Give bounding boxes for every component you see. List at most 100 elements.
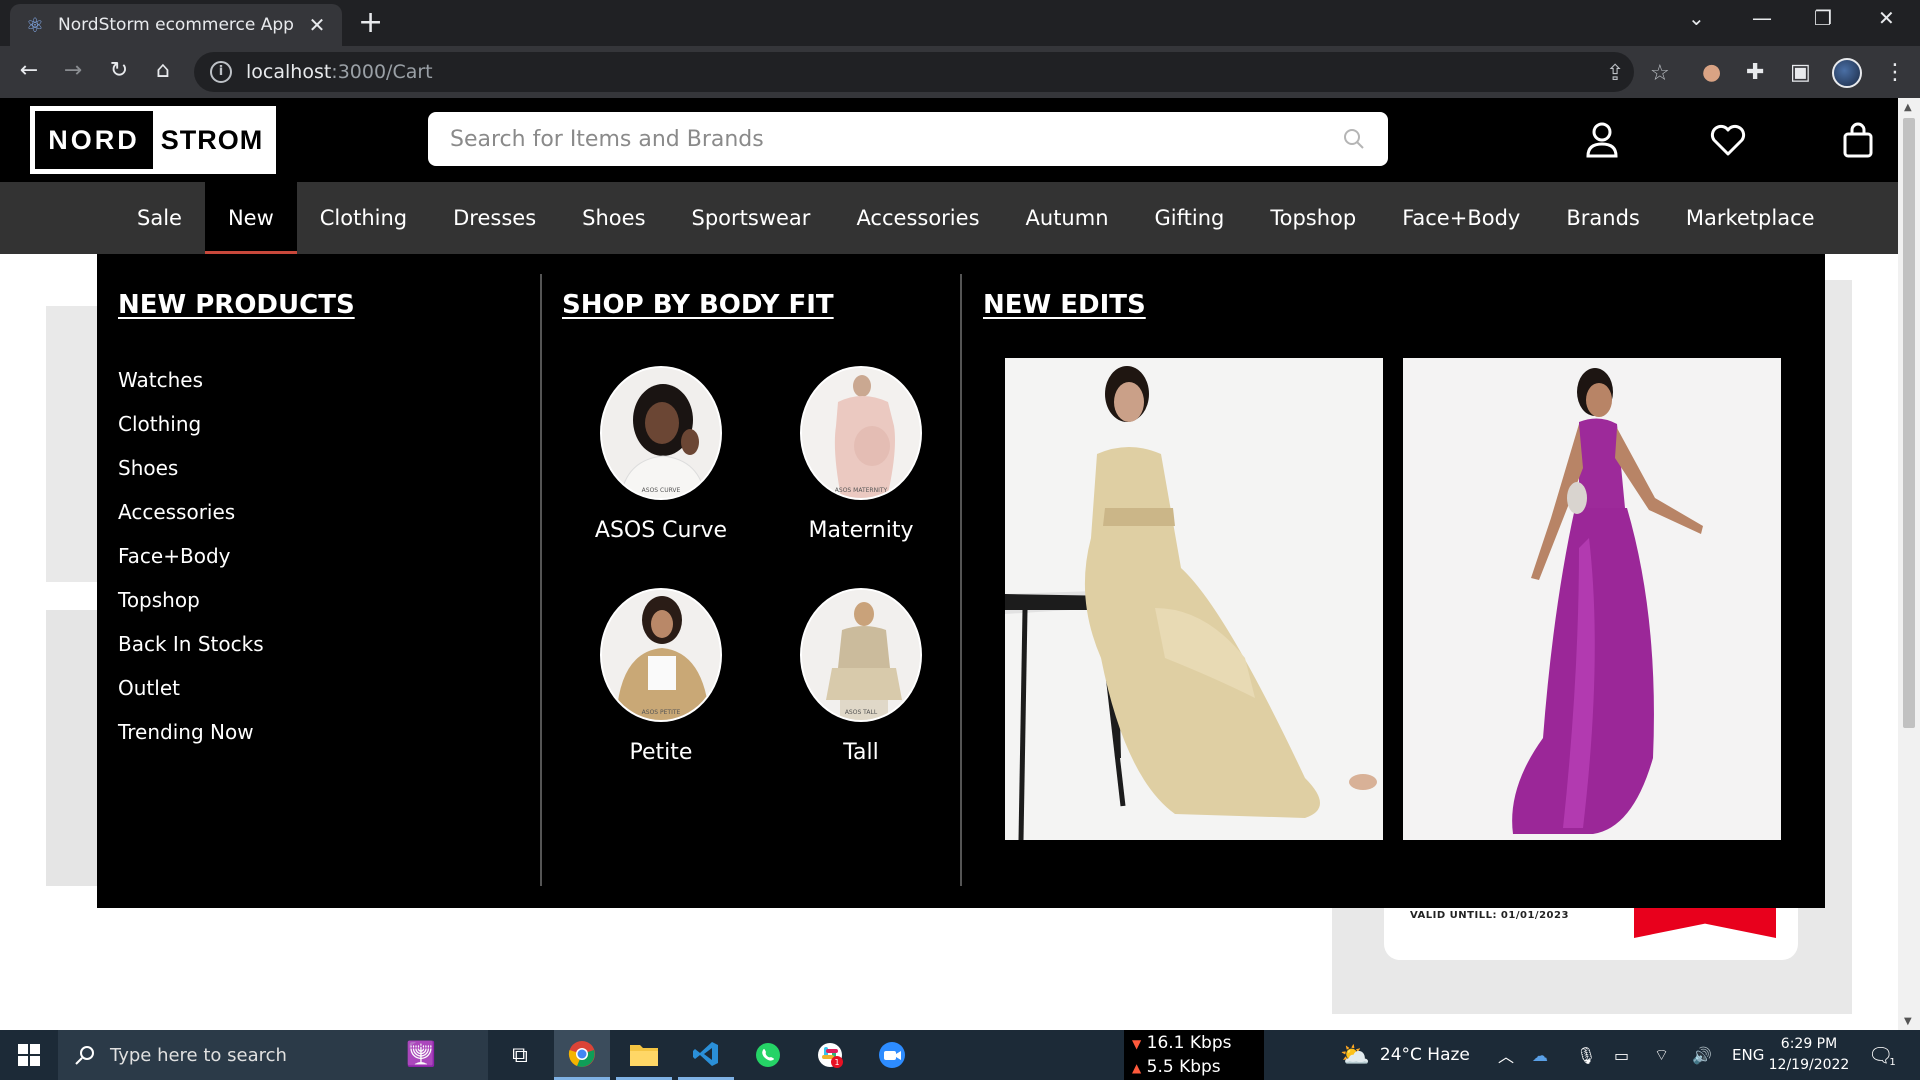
- new-products-link[interactable]: Watches: [118, 366, 264, 410]
- nav-item-clothing[interactable]: Clothing: [297, 182, 430, 254]
- nav-item-new[interactable]: New: [204, 182, 297, 254]
- windows-start-icon[interactable]: [0, 1030, 58, 1080]
- new-products-link[interactable]: Shoes: [118, 454, 264, 498]
- search-icon[interactable]: [1342, 127, 1366, 151]
- whatsapp-icon[interactable]: [740, 1030, 796, 1080]
- new-products-link[interactable]: Outlet: [118, 674, 264, 718]
- new-products-link[interactable]: Face+Body: [118, 542, 264, 586]
- new-edit-purple-jumpsuit-image[interactable]: [1403, 358, 1781, 840]
- fit-label: ASOS Curve: [594, 518, 728, 543]
- nav-item-marketplace[interactable]: Marketplace: [1663, 182, 1838, 254]
- new-products-link[interactable]: Trending Now: [118, 718, 264, 762]
- weather-cloud-icon: ⛅: [1340, 1041, 1370, 1069]
- task-view-icon[interactable]: ⧉: [492, 1030, 548, 1080]
- taskbar-search-icon: [75, 1046, 94, 1065]
- search-bar: [428, 112, 1388, 166]
- account-icon[interactable]: [1580, 118, 1624, 162]
- browser-tab[interactable]: ⚛ NordStorm ecommerce App ✕: [10, 4, 342, 46]
- fit-maternity-image: ASOS MATERNITY: [800, 366, 922, 500]
- extension-owl-icon[interactable]: ●: [1702, 60, 1721, 85]
- fit-asos-curve[interactable]: ASOS CURVE ASOS Curve: [561, 366, 761, 543]
- taskbar-search-box[interactable]: Type here to search 🕎: [58, 1030, 488, 1080]
- net-upload: 5.5 Kbps: [1146, 1057, 1221, 1077]
- vscode-icon[interactable]: [678, 1030, 734, 1080]
- fit-petite[interactable]: ASOS PETITE Petite: [561, 588, 761, 765]
- fit-asos-curve-image: ASOS CURVE: [600, 366, 722, 500]
- reload-icon[interactable]: ↻: [104, 58, 134, 84]
- nav-item-autumn[interactable]: Autumn: [1003, 182, 1132, 254]
- menorah-icon: 🕎: [406, 1040, 436, 1068]
- coupon-valid-text: VALID UNTILL: 01/01/2023: [1410, 910, 1569, 921]
- category-nav: Sale New Clothing Dresses Shoes Sportswear Acc…: [0, 182, 1898, 254]
- forward-icon[interactable]: →: [58, 58, 88, 84]
- new-products-link[interactable]: Back In Stocks: [118, 630, 264, 674]
- new-products-link[interactable]: Accessories: [118, 498, 264, 542]
- nordstrom-logo[interactable]: NORD STROM: [30, 106, 276, 174]
- nav-item-sportswear[interactable]: Sportswear: [669, 182, 834, 254]
- nav-item-sale[interactable]: Sale: [114, 182, 205, 254]
- onedrive-icon[interactable]: ☁: [1532, 1030, 1548, 1080]
- fit-label: Tall: [843, 740, 879, 765]
- taskbar-clock[interactable]: 6:29 PM 12/19/2022: [1764, 1034, 1854, 1076]
- show-hidden-icons-icon[interactable]: ︿: [1498, 1030, 1514, 1080]
- mega-menu-new: NEW PRODUCTS Watches Clothing Shoes Accesso…: [97, 254, 1825, 908]
- extensions-puzzle-icon[interactable]: ✚: [1746, 60, 1764, 85]
- clock-time: 6:29 PM: [1780, 1036, 1838, 1052]
- fit-tall[interactable]: ASOS TALL Tall: [761, 588, 961, 765]
- site-header: NORD STROM: [0, 98, 1898, 182]
- tab-search-icon[interactable]: ⌄: [1688, 6, 1705, 30]
- browser-toolbar: ← → ↻ ⌂ i localhost:3000/Cart ⇪ ☆ ● ✚ ▣ …: [0, 46, 1920, 98]
- nav-item-face-body[interactable]: Face+Body: [1379, 182, 1543, 254]
- file-explorer-icon[interactable]: [616, 1030, 672, 1080]
- shopping-bag-icon[interactable]: [1836, 118, 1880, 162]
- new-products-link[interactable]: Topshop: [118, 586, 264, 630]
- home-icon[interactable]: ⌂: [148, 58, 178, 84]
- page-scrollbar[interactable]: ▲ ▼: [1898, 98, 1920, 1030]
- wishlist-heart-icon[interactable]: [1706, 118, 1750, 162]
- weather-widget[interactable]: ⛅ 24°C Haze: [1340, 1030, 1470, 1080]
- nav-item-gifting[interactable]: Gifting: [1132, 182, 1248, 254]
- tab-close-icon[interactable]: ✕: [306, 13, 328, 37]
- scroll-down-icon[interactable]: ▼: [1904, 1016, 1912, 1027]
- restore-icon[interactable]: ❐: [1814, 6, 1832, 30]
- search-input[interactable]: [450, 126, 1342, 152]
- react-favicon-icon: ⚛: [26, 13, 44, 37]
- share-icon[interactable]: ⇪: [1606, 61, 1624, 86]
- site-info-icon[interactable]: i: [210, 61, 232, 83]
- nav-item-brands[interactable]: Brands: [1543, 182, 1663, 254]
- nav-item-dresses[interactable]: Dresses: [430, 182, 559, 254]
- weather-text: 24°C Haze: [1379, 1045, 1470, 1065]
- scrollbar-thumb[interactable]: [1903, 118, 1915, 728]
- profile-avatar[interactable]: [1832, 58, 1862, 88]
- wifi-icon[interactable]: ⌔: [1654, 1030, 1669, 1080]
- new-edit-gold-gown-image[interactable]: [1005, 358, 1383, 840]
- notification-count: 1: [1889, 1056, 1896, 1068]
- side-panel-icon[interactable]: ▣: [1790, 60, 1811, 85]
- logo-text-left: NORD: [35, 111, 153, 169]
- nav-item-topshop[interactable]: Topshop: [1247, 182, 1379, 254]
- close-window-icon[interactable]: ✕: [1878, 6, 1895, 30]
- fit-maternity[interactable]: ASOS MATERNITY Maternity: [761, 366, 961, 543]
- network-speed-widget: ▼ 16.1 Kbps ▲ 5.5 Kbps: [1124, 1030, 1264, 1080]
- battery-icon[interactable]: ▭: [1614, 1030, 1629, 1080]
- address-bar[interactable]: i localhost:3000/Cart ⇪ ☆: [194, 52, 1670, 92]
- minimize-icon[interactable]: —: [1752, 6, 1772, 30]
- scroll-up-icon[interactable]: ▲: [1904, 102, 1912, 113]
- microphone-icon[interactable]: 🎙: [1576, 1030, 1596, 1080]
- notification-center-icon[interactable]: 🗨 1: [1868, 1030, 1896, 1080]
- windows-taskbar: Type here to search 🕎 ⧉ 1 ▼ 16.1 Kbps ▲ …: [0, 1030, 1920, 1080]
- volume-icon[interactable]: 🔊: [1692, 1030, 1712, 1080]
- zoom-icon[interactable]: [864, 1030, 920, 1080]
- back-icon[interactable]: ←: [14, 58, 44, 84]
- chrome-taskbar-icon[interactable]: [554, 1030, 610, 1080]
- bookmark-star-icon[interactable]: ☆: [1650, 61, 1670, 86]
- nav-item-accessories[interactable]: Accessories: [833, 182, 1002, 254]
- fit-tall-image: ASOS TALL: [800, 588, 922, 722]
- background-product-card: [46, 306, 100, 582]
- new-tab-icon[interactable]: +: [358, 8, 383, 38]
- browser-menu-icon[interactable]: ⋮: [1884, 60, 1906, 85]
- slack-icon[interactable]: 1: [802, 1030, 858, 1080]
- nav-item-shoes[interactable]: Shoes: [559, 182, 668, 254]
- new-products-link[interactable]: Clothing: [118, 410, 264, 454]
- language-indicator[interactable]: ENG: [1732, 1030, 1764, 1080]
